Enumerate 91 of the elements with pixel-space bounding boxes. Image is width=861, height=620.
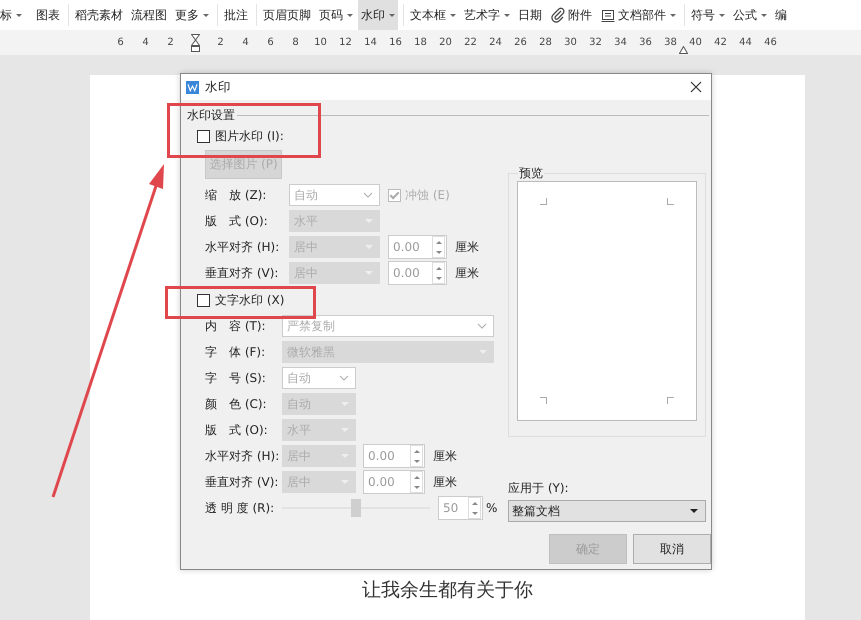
toolbar-button[interactable]: 页码 [316, 0, 356, 30]
field-label: 缩 放 (Z): [205, 186, 268, 204]
ruler-number: 40 [688, 37, 703, 48]
caret-icon [670, 14, 676, 16]
apply-to-label: 应用于 (Y): [508, 481, 570, 495]
ruler-number: 4 [141, 37, 150, 48]
document-parts-icon [600, 7, 616, 23]
ruler-number: 2 [216, 37, 225, 48]
field-label: 垂直对齐 (V): [205, 264, 280, 282]
ruler-number: 28 [538, 37, 553, 48]
unit-label: 厘米 [433, 448, 457, 464]
app-icon [186, 80, 199, 94]
field-label: 字 号 (S): [205, 370, 267, 386]
ruler-number: 18 [413, 37, 428, 48]
indent-marker-icon[interactable] [191, 34, 200, 52]
toolbar-button[interactable]: 批注 [221, 0, 251, 30]
chevron-down-icon [477, 323, 487, 329]
toolbar-button[interactable]: 附件 [547, 0, 595, 30]
toolbar-button[interactable]: 稻壳素材 [72, 0, 126, 30]
field-label: 内 容 (T): [205, 318, 267, 334]
field-label: 颜 色 (C): [205, 396, 268, 412]
caret-icon [389, 14, 395, 16]
toolbar-button[interactable]: 页眉页脚 [260, 0, 314, 30]
caret-icon [347, 14, 353, 16]
ruler-number: 36 [638, 37, 653, 48]
ruler-number: 12 [338, 37, 353, 48]
group-label: 水印设置 [187, 106, 235, 124]
unit-label: 厘米 [455, 264, 479, 282]
ruler-number: 2 [166, 37, 175, 48]
field-label: 透 明 度 (R): [205, 500, 276, 516]
checkbox[interactable] [197, 294, 210, 306]
checkbox[interactable] [197, 130, 210, 142]
toolbar-button[interactable]: 文档部件 [597, 0, 679, 30]
toolbar-button[interactable]: 流程图 [128, 0, 170, 30]
caret-icon [690, 509, 698, 513]
ruler-number: 8 [291, 37, 300, 48]
apply-to-dropdown[interactable]: 整篇文档 [508, 500, 706, 522]
field-label: 水平对齐 (H): [205, 448, 280, 464]
ruler-number: 42 [713, 37, 728, 48]
indent-marker-icon[interactable] [679, 46, 688, 54]
caret-icon [761, 14, 767, 16]
caret-icon [504, 14, 510, 16]
ruler-number: 34 [613, 37, 628, 48]
unit-label: % [486, 501, 498, 515]
field-label: 版 式 (O): [205, 212, 269, 230]
caret-icon [719, 14, 725, 16]
toolbar-button[interactable]: 符号 [688, 0, 728, 30]
toolbar-button[interactable]: 标 [0, 0, 25, 30]
ruler-number: 44 [738, 37, 753, 48]
toolbar-button[interactable]: 艺术字 [461, 0, 513, 30]
ruler-number: 46 [763, 37, 778, 48]
field-label: 水平对齐 (H): [205, 238, 280, 256]
chevron-down-icon [339, 375, 349, 381]
ruler-number: 20 [438, 37, 453, 48]
close-icon[interactable] [690, 81, 702, 93]
paperclip-icon [550, 7, 566, 23]
toolbar-button[interactable]: 水印 [358, 0, 398, 30]
text-watermark-checkbox[interactable]: 文字水印 (X) [187, 287, 501, 313]
caret-icon [203, 14, 209, 16]
picture-watermark-checkbox[interactable]: 图片水印 (I): [187, 123, 501, 149]
toolbar-button[interactable]: 图表 [33, 0, 63, 30]
ruler-number: 16 [388, 37, 403, 48]
ruler-number: 30 [563, 37, 578, 48]
field-label: 垂直对齐 (V): [205, 474, 280, 490]
caret-icon [450, 14, 456, 16]
ruler-number: 32 [588, 37, 603, 48]
ruler-number: 10 [313, 37, 328, 48]
ruler-number: 6 [116, 37, 125, 48]
ruler-number: 38 [663, 37, 678, 48]
field-label: 版 式 (O): [205, 422, 269, 438]
ruler-number: 26 [513, 37, 528, 48]
dialog-button[interactable]: 取消 [633, 534, 711, 564]
toolbar-button[interactable]: 文本框 [407, 0, 459, 30]
window-title: 水印 [205, 78, 232, 96]
toolbar-button[interactable]: 日期 [515, 0, 545, 30]
ruler-number: 6 [266, 37, 275, 48]
caret-icon [16, 14, 22, 16]
ruler-number: 22 [463, 37, 478, 48]
field-label: 字 体 (F): [205, 344, 266, 360]
toolbar-button[interactable]: 编 [772, 0, 790, 30]
toolbar-button[interactable]: 公式 [730, 0, 770, 30]
ruler-number: 4 [241, 37, 250, 48]
preview-label: 预览 [518, 166, 544, 180]
opacity-slider[interactable] [282, 498, 430, 518]
unit-label: 厘米 [433, 474, 457, 490]
ruler-number: 14 [363, 37, 378, 48]
chevron-down-icon [363, 192, 373, 198]
document-text: 让我余生都有关于你 [362, 578, 533, 603]
unit-label: 厘米 [455, 238, 479, 256]
ruler-number: 24 [488, 37, 503, 48]
toolbar-button[interactable]: 更多 [172, 0, 212, 30]
